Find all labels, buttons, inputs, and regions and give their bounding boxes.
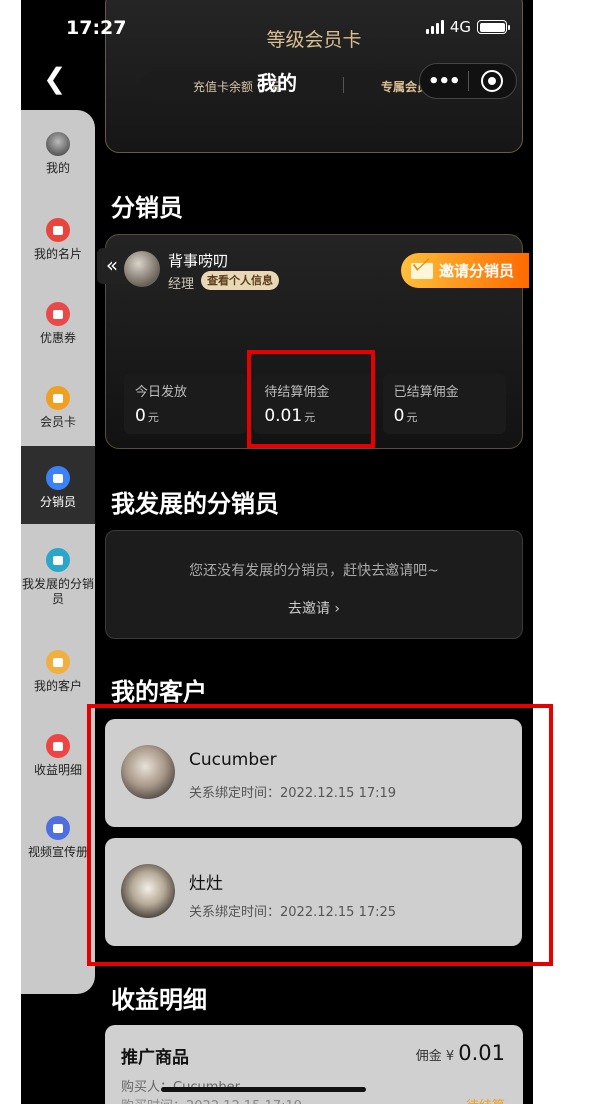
coupon-icon bbox=[46, 302, 70, 326]
highlight-box-pending bbox=[247, 350, 375, 448]
empty-message: 您还没有发展的分销员，赶快去邀请吧~ bbox=[189, 563, 439, 579]
network-type: 4G bbox=[449, 18, 471, 36]
customers-heading: 我的客户 bbox=[111, 678, 207, 706]
card-icon bbox=[46, 386, 70, 410]
sidebar-item-label: 优惠券 bbox=[39, 331, 76, 345]
home-indicator bbox=[161, 1087, 366, 1092]
person-icon bbox=[46, 218, 70, 242]
grid-icon bbox=[46, 816, 70, 840]
invite-distributor-button[interactable]: 邀请分销员 bbox=[401, 253, 529, 288]
invite-label: 邀请分销员 bbox=[439, 262, 515, 280]
sidebar-item-label: 我的名片 bbox=[33, 247, 82, 261]
customer-icon bbox=[46, 650, 70, 674]
highlight-box-customers bbox=[87, 704, 553, 966]
income-heading: 收益明细 bbox=[111, 986, 207, 1014]
sidebar-item-developed-distributors[interactable]: 我发展的分销员 bbox=[21, 548, 95, 607]
yen-icon bbox=[46, 734, 70, 758]
sidebar-item-member-card[interactable]: 会员卡 bbox=[21, 386, 95, 430]
collapse-sidebar-icon[interactable]: « bbox=[97, 248, 127, 284]
income-record-card[interactable]: 推广商品 佣金 ¥ 0.01 购买人：Cucumber 购买时间：2022.12… bbox=[105, 1025, 523, 1104]
go-invite-link[interactable]: 去邀请 › bbox=[106, 598, 522, 618]
status-time: 17:27 bbox=[66, 17, 127, 39]
stat-label: 今日发放 bbox=[135, 385, 188, 400]
sidebar-item-label: 会员卡 bbox=[39, 415, 76, 429]
mini-program-capsule: ••• bbox=[419, 63, 517, 99]
avatar-icon bbox=[46, 132, 70, 156]
stat-number: 0 bbox=[135, 406, 146, 426]
more-dots-icon[interactable]: ••• bbox=[420, 71, 468, 92]
distributor-icon bbox=[46, 466, 70, 490]
stat-value: 0元 bbox=[135, 406, 236, 426]
sidebar: 我的 我的名片 优惠券 会员卡 分销员 我发展的分销员 我的客户 收益明细 视频… bbox=[21, 110, 95, 994]
stat-value: 0元 bbox=[394, 406, 495, 426]
status-indicators: 4G bbox=[425, 18, 510, 36]
sidebar-item-label: 视频宣传册 bbox=[27, 845, 88, 859]
sidebar-item-my[interactable]: 我的 bbox=[21, 132, 95, 176]
developed-empty-card: 您还没有发展的分销员，赶快去邀请吧~ 去邀请 › bbox=[105, 530, 523, 639]
close-target-icon[interactable] bbox=[468, 70, 516, 92]
distributor-avatar bbox=[124, 251, 160, 287]
stat-unit: 元 bbox=[406, 411, 418, 424]
stat-unit: 元 bbox=[147, 411, 159, 424]
sidebar-item-distributor[interactable]: 分销员 bbox=[21, 446, 95, 524]
envelope-icon bbox=[411, 262, 433, 279]
battery-icon bbox=[477, 20, 510, 34]
stat-today-issued: 今日发放 0元 bbox=[124, 374, 248, 434]
sidebar-item-income[interactable]: 收益明细 bbox=[21, 734, 95, 778]
commission-label: 佣金 ¥ bbox=[415, 1049, 455, 1064]
sidebar-item-label: 分销员 bbox=[39, 495, 76, 509]
income-title: 推广商品 bbox=[121, 1048, 189, 1068]
settlement-status: 待结算 bbox=[466, 1095, 505, 1104]
sidebar-item-label: 收益明细 bbox=[33, 763, 82, 777]
sidebar-item-video-brochure[interactable]: 视频宣传册 bbox=[21, 816, 95, 860]
sidebar-item-customers[interactable]: 我的客户 bbox=[21, 650, 95, 694]
distributor-heading: 分销员 bbox=[111, 194, 183, 222]
distributor-role: 经理 bbox=[168, 277, 195, 292]
sidebar-item-coupons[interactable]: 优惠券 bbox=[21, 302, 95, 346]
stat-label: 已结算佣金 bbox=[393, 385, 459, 400]
commission: 佣金 ¥ 0.01 bbox=[416, 1041, 505, 1065]
sidebar-item-label: 我发展的分销员 bbox=[21, 577, 94, 606]
purchase-time: 购买时间：2022.12.15 17:19 bbox=[121, 1095, 302, 1104]
stat-number: 0 bbox=[393, 406, 405, 426]
commission-value: 0.01 bbox=[458, 1041, 505, 1065]
buyer: 购买人：Cucumber bbox=[121, 1076, 240, 1095]
developed-heading: 我发展的分销员 bbox=[111, 490, 279, 518]
view-profile-button[interactable]: 查看个人信息 bbox=[201, 271, 279, 290]
signal-icon bbox=[425, 20, 444, 34]
sidebar-item-label: 我的客户 bbox=[33, 679, 82, 693]
distributor-name: 背事唠叨 bbox=[168, 252, 229, 270]
team-icon bbox=[46, 548, 70, 572]
sidebar-item-label: 我的 bbox=[45, 161, 70, 175]
sidebar-item-business-card[interactable]: 我的名片 bbox=[21, 218, 95, 262]
stat-settled-commission: 已结算佣金 0元 bbox=[382, 374, 506, 434]
